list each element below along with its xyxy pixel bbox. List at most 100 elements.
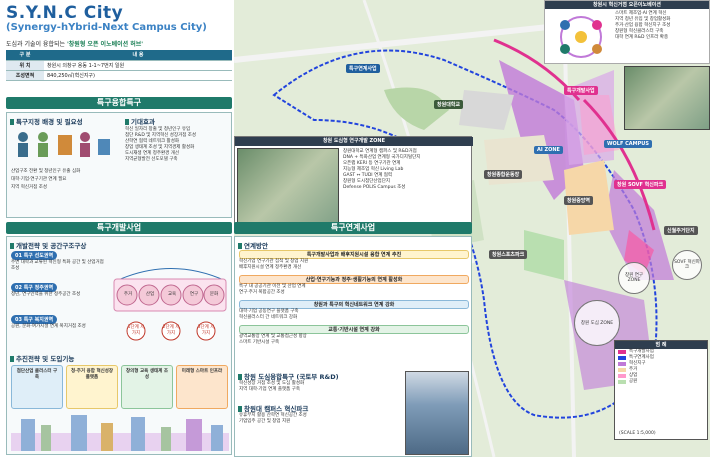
stage-3-label: 03 특구 복지권역 [11, 315, 58, 324]
map-label-residential: 신월주거단지 [664, 226, 698, 235]
diagram-circle-2: 산업 [145, 292, 155, 297]
effects-list: 혁신 일자리 창출 및 청년인구 유입 첨단 R&D 및 지역혁신 성장거점 조… [125, 127, 229, 163]
diagram-circle-5: 문화 [209, 292, 219, 297]
tagline-prefix: 도심과 기술이 융합되는 [6, 41, 66, 48]
link-bar-2: 산업·연구기능과 정주·생활기능의 연계 활성화 특구 내 공공기관 이전 및 … [239, 275, 469, 296]
map-legend: 범 례 특구개발사업 특구연계사업 혁신지구 주거 상업 공원 (SCALE 1… [614, 340, 708, 440]
function-card: 미래형 스마트 인프라 [176, 365, 228, 409]
block1-text-2: 대학·기업·연구기관 연계 필요 [11, 177, 67, 182]
map-label-campus: 창원대학교 [434, 100, 464, 109]
innovation-diagram [560, 16, 602, 58]
legend-label: 혁신지구 [629, 361, 646, 366]
dev-sub1: 개발전략 및 공간구조구상 [10, 240, 86, 250]
block2-title: 기대효과 [125, 116, 155, 126]
map-label-center: 창원중앙역 [564, 196, 594, 205]
map-label-ai-zone: AI ZONE [534, 146, 563, 154]
zone-bullets: 창원대학교 연계형 캠퍼스 및 R&D거점 DNA + 특화산업 연계형 국가디… [343, 149, 471, 191]
proj2-text: 유휴부지 활용 산학연 혁신공간 조성 기업입주 공간 및 창업 지원 [239, 413, 399, 425]
link-bar-item: 연구·주거 복합공간 조성 [239, 290, 285, 295]
scale-note: (SCALE 1:5,000) [619, 431, 656, 436]
map-label-sports: 창원종합운동장 [484, 170, 523, 179]
section-title-dev: 특구개발사업 [6, 222, 232, 234]
link-bar-3: 창원과 특구의 혁신네트워크 연계 강화 대학·기업 공동연구 플랫폼 구축 혁… [239, 300, 469, 321]
diagram-circle-4: 연구 [189, 292, 199, 297]
innovation-item: 대학 연계 R&D 인프라 확충 [615, 35, 669, 40]
stage-1-text: 주변 대학과 교류된 혁신형 특화 공간 및 산업거점 조성 [11, 260, 104, 271]
map-label-stadium: 창원스포츠파크 [489, 250, 528, 259]
diagram-circle-3: 교육 [167, 292, 177, 297]
link-bar-1: 특구개발사업과 배후지원시설 융합 연계 추진 혁신기업 연구기관 집적 및 창… [239, 250, 469, 271]
zone-panel: 창원 도심형 연구개발 ZONE 창원대학교 연계형 캠퍼스 및 R&D거점 D… [234, 136, 473, 232]
function-card: 창의형 교육 생태계 조성 [121, 365, 173, 409]
proj1-line: 지역 대학·기업 연계 플랫폼 구축 [239, 387, 300, 392]
people-illustration [18, 132, 110, 157]
diagram-circle-1: 주거 [123, 292, 133, 297]
link-bar-item: 스마트 기반시설 구축 [239, 340, 280, 345]
map-label-wolf: WOLF CAMPUS [604, 140, 652, 148]
legend-title: 범 례 [615, 341, 707, 349]
function-card: 첨단산업 클러스터 구축 [11, 365, 63, 409]
info-value: 창원시 의창구 용동 1-1~7번지 일원 [44, 60, 232, 71]
info-label: 조성면적 [6, 70, 44, 81]
phase-3: 3단계 시가지 [197, 325, 215, 336]
stage-2-label: 02 특구 정주권역 [11, 283, 58, 292]
stage-3: 03 특구 복지권역 공원, 문화·여가시설 연계 복지거점 조성 [11, 315, 107, 330]
link-bar-4: 교통·기반시설 연계 강화 광역교통망 연계 및 교통접근성 향상 스마트 기반… [239, 325, 469, 346]
link-bar-label: 특구개발사업과 배후지원시설 융합 연계 추진 [239, 250, 469, 259]
stage-1: 01 특구 선도권역 주변 대학과 교류된 혁신형 특화 공간 및 산업거점 조… [11, 251, 107, 272]
block1-text-1: 산업구조 전환 및 청년인구 유출 심화 [11, 169, 81, 174]
proj2-line: 기업입주 공간 및 창업 지원 [239, 419, 291, 424]
page-subtitle: (Synergy-hYbrid-Next Campus City) [6, 22, 207, 33]
proj1-title: 창원 도심융합특구 (국토부 R&D) [238, 371, 339, 381]
function-label: 첨단산업 클러스터 구축 [16, 369, 58, 380]
dev-sub2: 추진전략 및 도입기능 [10, 353, 74, 363]
legend-swatch [618, 380, 626, 384]
map-label-link: 특구연계사업 [346, 64, 380, 73]
legend-label: 상업 [629, 373, 638, 378]
legend-label: 공원 [629, 379, 638, 384]
legend-swatch [618, 362, 626, 366]
zone-bullet: Defense POLIS Campus 조성 [343, 185, 406, 190]
phase-1: 1단계 시가지 [127, 325, 145, 336]
link-bar-label: 창원과 특구의 혁신네트워크 연계 강화 [239, 300, 469, 309]
function-card: 청·주거 융합 혁신성장 플랫폼 [66, 365, 118, 409]
aerial-photo [624, 66, 710, 130]
block1-text-3: 지역 혁신거점 조성 [11, 185, 47, 190]
innovation-box: 창원시 혁신거점 오픈이노베이션 스마트 제조업·AI 연계 혁신 지역 청년 … [544, 0, 710, 64]
legend-swatch [618, 374, 626, 378]
stage-2-text: 청년, 연구인력을 위한 정주공간 조성 [11, 292, 81, 297]
legend-label: 주거 [629, 367, 638, 372]
zone-circle-2: 창원 연구ZONE [618, 262, 650, 294]
map-label-district: 특구개발사업 [564, 86, 598, 95]
block1-title: 특구지정 배경 및 필요성 [10, 116, 83, 126]
link-panel: 연계방안 특구개발사업과 배후지원시설 융합 연계 추진 혁신기업 연구기관 집… [234, 236, 472, 457]
link-bar-label: 산업·연구기능과 정주·생활기능의 연계 활성화 [239, 275, 469, 284]
legend-label: 특구개발사업 [629, 349, 654, 354]
section-title-link: 특구연계사업 [234, 222, 472, 234]
legend-swatch [618, 368, 626, 372]
function-label: 청·주거 융합 혁신성장 플랫폼 [70, 369, 114, 380]
zone-circle-3: SOVF 혁신파크 [672, 250, 702, 280]
tagline-highlight: '창원형 오픈 이노베이션 허브' [66, 41, 144, 48]
legend-swatch [618, 350, 626, 354]
link-bar-item: 배후지원시설 연계 정주환경 개선 [239, 265, 302, 270]
link-bar-item: 혁신클러스터 간 네트워크 강화 [239, 315, 298, 320]
phase-2: 2단계 시가지 [162, 325, 180, 336]
info-col2: 내 용 [44, 50, 232, 61]
overview-panel: 특구지정 배경 및 필요성 산업구조 전환 및 청년인구 유출 심화 대학·기업… [6, 112, 232, 218]
link-bar-label: 교통·기반시설 연계 강화 [239, 325, 469, 334]
function-label: 창의형 교육 생태계 조성 [126, 369, 168, 380]
stage-3-text: 공원, 문화·여가시설 연계 복지거점 조성 [11, 324, 86, 329]
info-col1: 구 분 [6, 50, 44, 61]
page-title: S.Y.N.C City [6, 3, 124, 23]
link-sub1: 연계방안 [238, 240, 268, 250]
stage-1-label: 01 특구 선도권역 [11, 251, 58, 260]
city-illustration [11, 415, 229, 451]
dev-panel: 개발전략 및 공간구조구상 01 특구 선도권역 주변 대학과 교류된 혁신형 … [6, 236, 232, 455]
info-table: 구 분 내 용 위 치 창원시 의창구 용동 1-1~7번지 일원 조성면적 8… [6, 50, 232, 81]
legend-swatch [618, 356, 626, 360]
section-title-overview: 특구융합특구 [6, 97, 232, 109]
innovation-box-title: 창원시 혁신거점 오픈이노베이션 [545, 1, 709, 9]
zone-panel-title: 창원 도심형 연구개발 ZONE [235, 137, 473, 146]
zone-aerial-photo [237, 148, 339, 230]
